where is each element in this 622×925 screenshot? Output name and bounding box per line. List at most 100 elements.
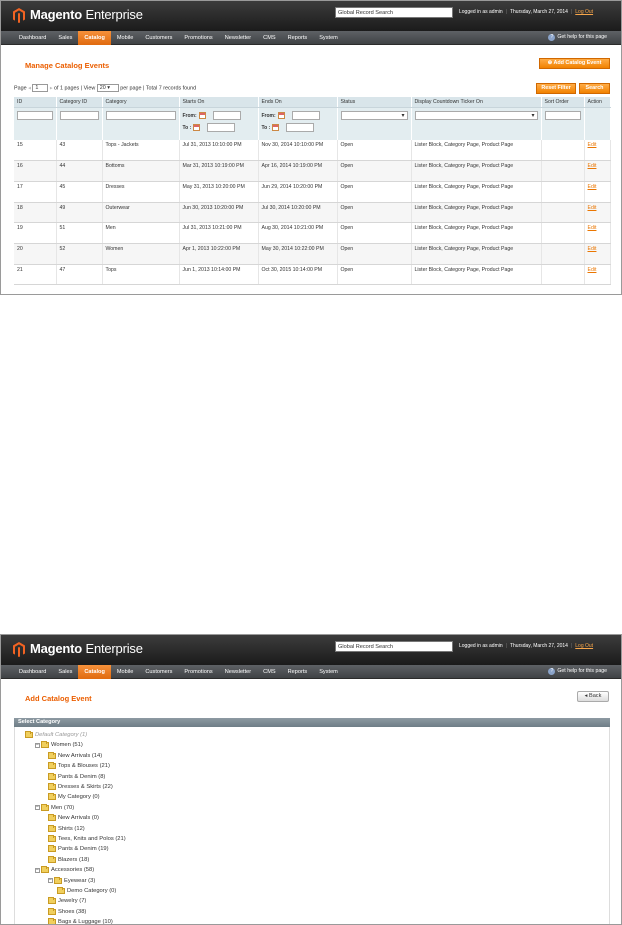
tree-node[interactable]: Blazers (18) <box>48 855 89 865</box>
help-link[interactable]: ? Get help for this page <box>548 668 607 675</box>
starts-from-input[interactable] <box>212 111 241 120</box>
cell-id: 15 <box>14 140 57 162</box>
column-header-sort-order[interactable]: Sort Order <box>541 97 585 108</box>
back-button[interactable]: ◂ Back <box>577 691 609 702</box>
nav-item-promotions[interactable]: Promotions <box>178 31 218 45</box>
nav-item-cms[interactable]: CMS <box>257 665 281 679</box>
prev-page-icon[interactable]: ◂ <box>28 85 31 91</box>
collapse-toggle-icon[interactable]: − <box>48 878 53 884</box>
nav-item-mobile[interactable]: Mobile <box>111 665 139 679</box>
calendar-icon[interactable] <box>198 112 206 119</box>
reset-filter-button[interactable]: Reset Filter <box>536 83 576 94</box>
column-header-status[interactable]: Status <box>337 97 412 108</box>
edit-link[interactable]: Edit <box>584 202 611 224</box>
tree-node[interactable]: Default Category (1) <box>25 730 87 740</box>
nav-item-customers[interactable]: Customers <box>139 665 178 679</box>
table-row[interactable]: 15 43 Tops - Jackets Jul 31, 2013 10:10:00 … <box>14 140 611 162</box>
edit-link[interactable]: Edit <box>584 222 611 244</box>
logout-link[interactable]: Log Out <box>575 643 593 649</box>
tree-node[interactable]: − Women (51) <box>35 740 83 750</box>
nav-item-newsletter[interactable]: Newsletter <box>219 31 257 45</box>
tree-node[interactable]: − Accessories (58) <box>35 865 94 875</box>
column-header-display-countdown-ticker-on[interactable]: Display Countdown Ticker On <box>411 97 542 108</box>
tree-node[interactable]: Pants & Denim (8) <box>48 772 105 782</box>
brand-logo[interactable]: Magento Enterprise <box>30 7 143 22</box>
tree-node[interactable]: Shoes (38) <box>48 907 86 917</box>
edit-link[interactable]: Edit <box>584 140 611 162</box>
tree-node[interactable]: − Eyewear (3) <box>48 876 95 886</box>
tree-node[interactable]: Jewelry (7) <box>48 896 86 906</box>
edit-link[interactable]: Edit <box>584 243 611 265</box>
column-header-action[interactable]: Action <box>584 97 610 108</box>
column-header-id[interactable]: ID <box>14 97 57 108</box>
tree-node[interactable]: Pants & Denim (19) <box>48 844 109 854</box>
logout-link[interactable]: Log Out <box>575 9 593 15</box>
tree-node[interactable]: Tops & Blouses (21) <box>48 761 110 771</box>
nav-item-system[interactable]: System <box>313 31 344 45</box>
add-catalog-event-button[interactable]: ⊕ Add Catalog Event <box>539 58 610 69</box>
calendar-icon[interactable] <box>193 124 201 131</box>
search-button[interactable]: Search <box>579 83 610 94</box>
collapse-toggle-icon[interactable]: − <box>35 867 40 873</box>
nav-item-system[interactable]: System <box>313 665 344 679</box>
nav-item-reports[interactable]: Reports <box>282 665 314 679</box>
tree-node[interactable]: My Category (0) <box>48 792 100 802</box>
table-row[interactable]: 21 47 Tops Jun 1, 2013 10:14:00 PM Oct 30, 2… <box>14 264 611 286</box>
next-page-icon[interactable]: ▸ <box>50 85 53 91</box>
filter-id-input[interactable] <box>17 110 53 120</box>
table-row[interactable]: 16 44 Bottoms Mar 31, 2013 10:19:00 PM Apr 1… <box>14 160 611 182</box>
ends-to-input[interactable] <box>286 123 315 132</box>
column-header-starts-on[interactable]: Starts On <box>179 97 259 108</box>
filter-status-select[interactable] <box>340 110 408 120</box>
per-page-select[interactable]: 20 ▾ <box>96 84 119 92</box>
global-search-input[interactable]: Global Record Search <box>335 7 453 18</box>
cell-category: Tops - Jackets <box>102 140 180 162</box>
manage-catalog-events-screen: Magento Enterprise Global Record Search … <box>0 0 622 295</box>
tree-node[interactable]: Tees, Knits and Polos (21) <box>48 834 126 844</box>
starts-to-input[interactable] <box>207 123 236 132</box>
table-row[interactable]: 19 51 Men Jul 31, 2013 10:21:00 PM Aug 30, 2… <box>14 222 611 244</box>
nav-item-dashboard[interactable]: Dashboard <box>13 31 52 45</box>
nav-item-catalog[interactable]: Catalog <box>78 665 111 679</box>
nav-item-sales[interactable]: Sales <box>52 31 78 45</box>
nav-item-promotions[interactable]: Promotions <box>178 665 218 679</box>
nav-item-mobile[interactable]: Mobile <box>111 31 139 45</box>
nav-item-dashboard[interactable]: Dashboard <box>13 665 52 679</box>
nav-item-sales[interactable]: Sales <box>52 665 78 679</box>
nav-item-customers[interactable]: Customers <box>139 31 178 45</box>
collapse-toggle-icon[interactable]: − <box>35 805 40 811</box>
tree-node[interactable]: Bags & Luggage (10) <box>48 917 113 924</box>
filter-category-input[interactable] <box>105 110 176 120</box>
global-search-input[interactable]: Global Record Search <box>335 641 453 652</box>
column-header-category-id[interactable]: Category ID <box>56 97 103 108</box>
tree-node[interactable]: − Men (70) <box>35 803 74 813</box>
filter-ticker-select[interactable] <box>414 110 538 120</box>
column-header-ends-on[interactable]: Ends On <box>258 97 338 108</box>
tree-node[interactable]: New Arrivals (14) <box>48 751 102 761</box>
help-link[interactable]: ? Get help for this page <box>548 34 607 41</box>
nav-item-cms[interactable]: CMS <box>257 31 281 45</box>
tree-node-label: Default Category (1) <box>35 732 88 738</box>
nav-item-catalog[interactable]: Catalog <box>78 31 111 45</box>
table-row[interactable]: 17 45 Dresses May 31, 2013 10:20:00 PM Jun 2… <box>14 181 611 203</box>
nav-item-newsletter[interactable]: Newsletter <box>219 665 257 679</box>
edit-link[interactable]: Edit <box>584 160 611 182</box>
tree-node[interactable]: Shirts (12) <box>48 824 85 834</box>
tree-node[interactable]: New Arrivals (0) <box>48 813 99 823</box>
ends-from-input[interactable] <box>291 111 320 120</box>
page-input[interactable]: 1 <box>32 84 49 92</box>
table-row[interactable]: 20 52 Women Apr 1, 2013 10:22:00 PM May 30, … <box>14 243 611 265</box>
brand-logo[interactable]: Magento Enterprise <box>30 641 143 656</box>
tree-node[interactable]: Dresses & Skirts (22) <box>48 782 113 792</box>
filter-category-id-input[interactable] <box>59 110 99 120</box>
table-row[interactable]: 18 49 Outerwear Jun 30, 2013 10:20:00 PM Jul… <box>14 202 611 224</box>
edit-link[interactable]: Edit <box>584 181 611 203</box>
calendar-icon[interactable] <box>277 112 285 119</box>
calendar-icon[interactable] <box>272 124 280 131</box>
tree-node[interactable]: Demo Category (0) <box>57 886 116 896</box>
collapse-toggle-icon[interactable]: − <box>35 742 40 748</box>
column-header-category[interactable]: Category <box>102 97 180 108</box>
edit-link[interactable]: Edit <box>584 264 611 286</box>
nav-item-reports[interactable]: Reports <box>282 31 314 45</box>
filter-sort-order-input[interactable] <box>544 110 581 120</box>
